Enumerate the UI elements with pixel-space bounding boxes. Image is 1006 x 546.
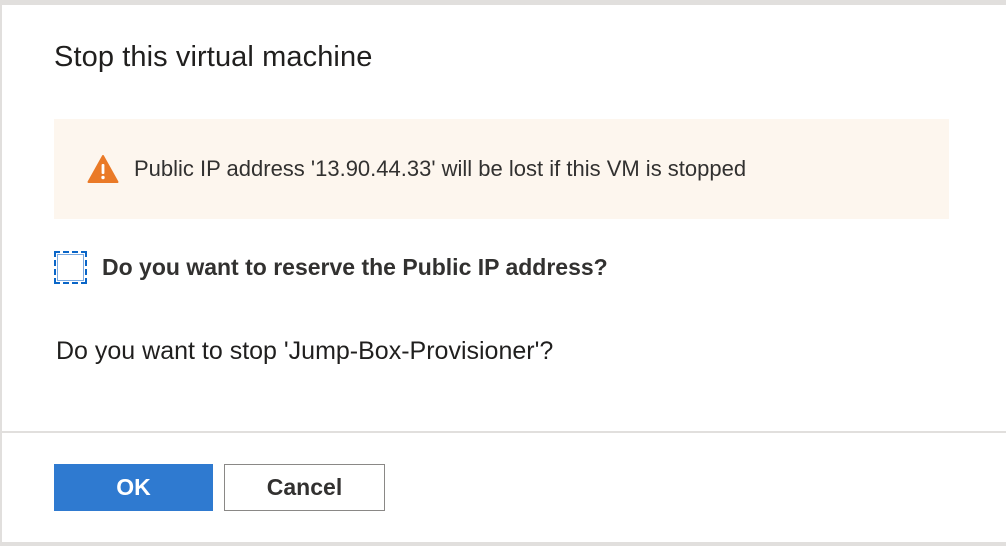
cancel-button[interactable]: Cancel xyxy=(224,464,385,511)
dialog-title: Stop this virtual machine xyxy=(54,41,373,73)
warning-message: Public IP address '13.90.44.33' will be … xyxy=(134,156,747,181)
ok-button[interactable]: OK xyxy=(54,464,213,511)
reserve-ip-option[interactable]: Do you want to reserve the Public IP add… xyxy=(54,251,608,284)
warning-triangle-icon xyxy=(86,152,120,186)
stop-vm-dialog: Stop this virtual machine Public IP addr… xyxy=(0,0,1006,546)
footer-divider xyxy=(2,431,1006,433)
warning-banner: Public IP address '13.90.44.33' will be … xyxy=(54,119,949,219)
reserve-ip-label[interactable]: Do you want to reserve the Public IP add… xyxy=(102,254,608,281)
stop-confirmation-question: Do you want to stop 'Jump-Box-Provisione… xyxy=(56,337,554,365)
reserve-ip-checkbox[interactable] xyxy=(54,251,87,284)
